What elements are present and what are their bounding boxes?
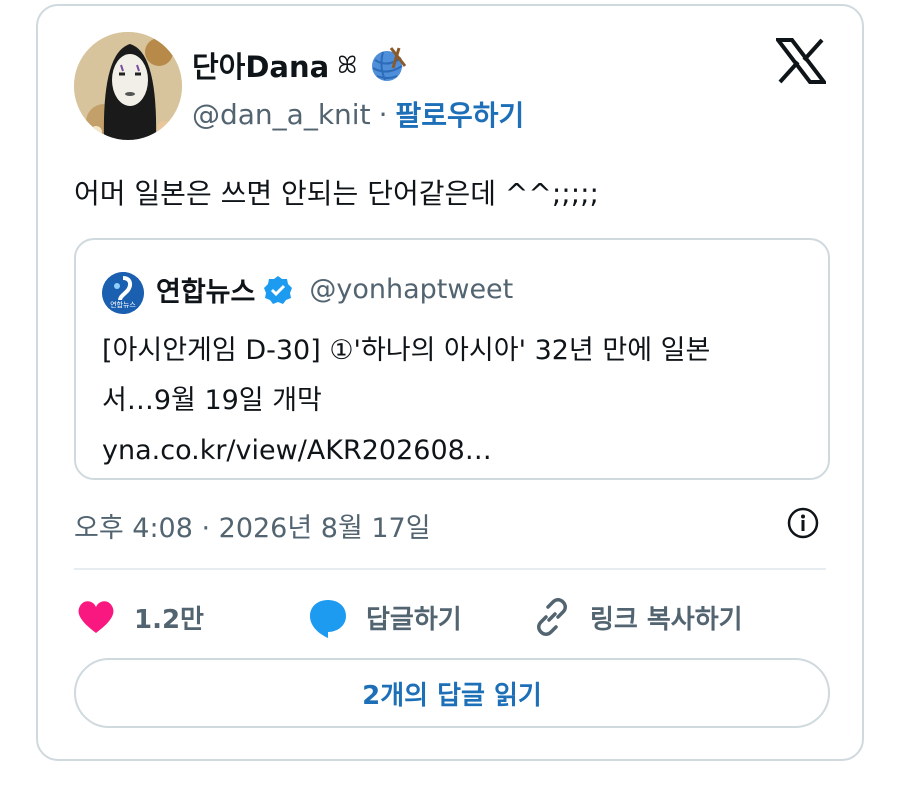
flower-symbol: ꕤ [337,51,358,79]
yonhap-logo: 연합뉴스 [102,272,144,314]
copy-link-label: 링크 복사하기 [590,604,743,635]
avatar[interactable] [74,32,182,140]
link-icon [530,595,574,639]
quote-author-name: 연합뉴스 [156,277,256,308]
separator-dot: · [378,97,388,131]
tweet-card: 단아Dana ꕤ @dan_a_knit · 팔로우하기 어머 일본은 쓰면 안… [36,4,864,761]
heart-icon [74,595,118,639]
action-bar: 1.2만 답글하기 링크 복사하기 [74,592,830,642]
quote-author: 연합뉴스 @yonhaptweet [156,270,513,309]
follow-button[interactable]: 팔로우하기 [395,94,524,134]
like-button[interactable]: 1.2만 [74,592,204,642]
reply-label: 답글하기 [366,604,462,635]
quoted-tweet[interactable]: 연합뉴스 연합뉴스 @yonhaptweet [아시안게임 D-30] ①'하나… [74,238,830,480]
like-count: 1.2만 [134,604,204,635]
yarn-ball-icon [369,46,407,84]
author-name[interactable]: 단아Dana ꕤ [192,44,407,86]
svg-text:연합뉴스: 연합뉴스 [110,300,136,309]
speech-bubble-icon [306,595,350,639]
reply-button[interactable]: 답글하기 [306,592,462,642]
author-display-name: 단아Dana [192,50,330,84]
quote-body: [아시안게임 D-30] ①'하나의 아시아' 32년 만에 일본 서…9월 1… [102,326,802,476]
tweet-timestamp[interactable]: 오후 4:08 · 2026년 8월 17일 [74,506,431,545]
x-logo-icon[interactable] [776,38,826,84]
divider [74,568,826,570]
quote-author-handle: @yonhaptweet [309,274,514,305]
author-handle-row: @dan_a_knit · 팔로우하기 [192,94,524,134]
read-replies-button[interactable]: 2개의 답글 읽기 [74,658,830,728]
verified-badge-icon [263,275,293,305]
quote-line: 서…9월 19일 개막 [102,385,322,416]
info-icon[interactable] [786,506,820,540]
author-handle[interactable]: @dan_a_knit [192,98,371,131]
no-face-avatar-image [74,32,182,140]
tweet-text: 어머 일본은 쓰면 안되는 단어같은데 ^^;;;;; [74,177,599,210]
quote-link[interactable]: yna.co.kr/view/AKR202608… [102,426,802,476]
quote-line: [아시안게임 D-30] ①'하나의 아시아' 32년 만에 일본 [102,335,711,366]
copy-link-button[interactable]: 링크 복사하기 [530,592,743,642]
